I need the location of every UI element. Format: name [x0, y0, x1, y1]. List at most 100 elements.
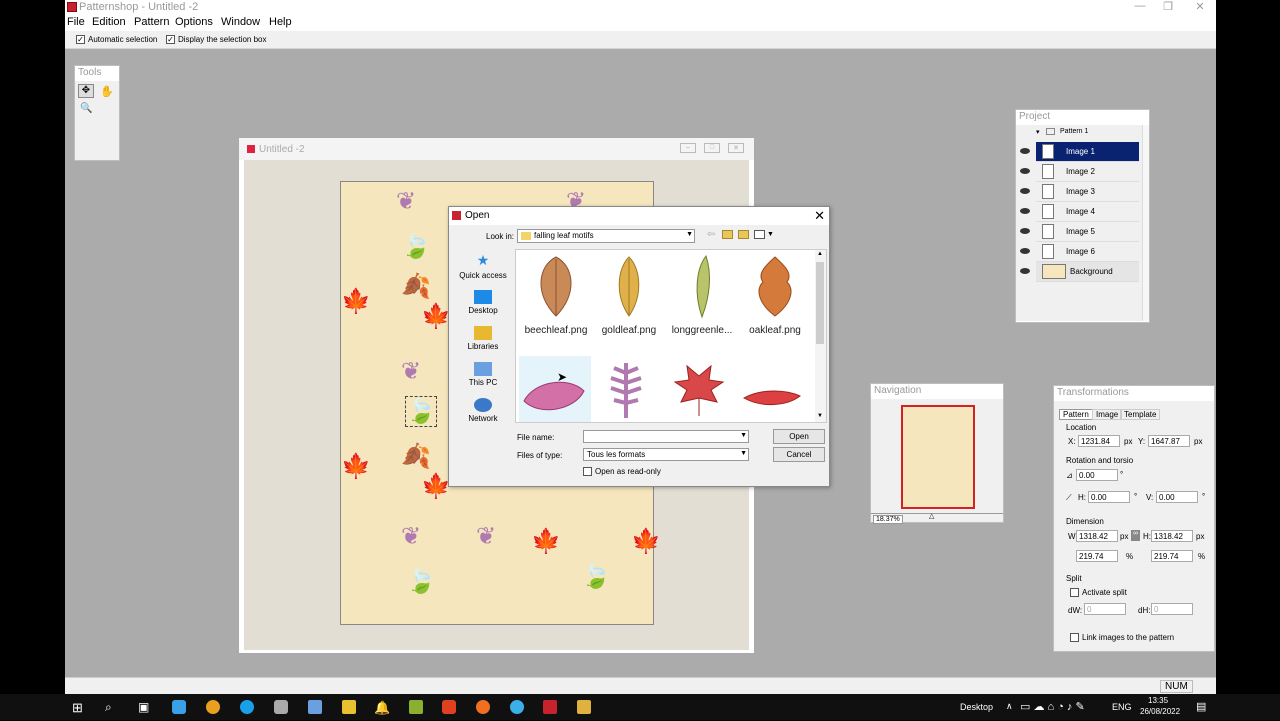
rotation-input[interactable]: 0.00	[1076, 469, 1118, 481]
tab-template[interactable]: Template	[1120, 409, 1161, 420]
close-icon[interactable]: ✕	[1185, 0, 1215, 13]
navigation-preview[interactable]	[901, 405, 975, 509]
scroll-up-icon[interactable]: ▲	[817, 251, 823, 257]
doc-close-icon[interactable]: ✕	[728, 143, 744, 153]
x-input[interactable]: 1231.84	[1078, 435, 1120, 447]
place-network[interactable]: Network	[455, 398, 511, 423]
task-view-icon[interactable]: ▣	[138, 700, 152, 714]
scroll-thumb[interactable]	[816, 262, 824, 344]
tray-chevron-icon[interactable]: ∧	[1006, 701, 1013, 715]
width-percent-input[interactable]: 219.74	[1076, 550, 1118, 562]
layer-image-2[interactable]: Image 2	[1036, 162, 1139, 182]
place-libraries[interactable]: Libraries	[455, 326, 511, 351]
patternshop-taskbar-icon[interactable]	[543, 700, 557, 714]
notification-icon[interactable]: ▤	[1196, 700, 1206, 714]
zoom-slider[interactable]: 18.37% △	[871, 512, 1003, 524]
visibility-eye-icon[interactable]	[1020, 248, 1030, 254]
dialog-close-icon[interactable]: ✕	[814, 208, 825, 224]
look-in-select[interactable]: falling leaf motifs ▼	[517, 229, 695, 243]
read-only-checkbox[interactable]	[583, 467, 592, 476]
bell-icon[interactable]: 🔔	[374, 700, 390, 715]
paint-app-icon[interactable]	[172, 700, 186, 714]
file-item[interactable]: beechleaf.png	[520, 254, 592, 336]
menu-file[interactable]: File	[67, 16, 85, 28]
file-name-input[interactable]: ▼	[583, 430, 749, 443]
firefox-icon[interactable]	[476, 700, 490, 714]
zoom-tool-icon[interactable]: 🔍	[80, 103, 92, 114]
menu-pattern[interactable]: Pattern	[134, 16, 169, 28]
layer-image-3[interactable]: Image 3	[1036, 182, 1139, 202]
doc-maximize-icon[interactable]: □	[704, 143, 720, 153]
tray-icons[interactable]: ▭ ☁ ⌂ ◔ ♪ ✎	[1020, 700, 1085, 714]
move-tool-icon[interactable]: ✥	[78, 84, 94, 98]
app-icon[interactable]	[510, 700, 524, 714]
menu-edition[interactable]: Edition	[92, 16, 126, 28]
expand-icon[interactable]: ▾	[1036, 128, 1040, 136]
layer-image-4[interactable]: Image 4	[1036, 202, 1139, 222]
file-item[interactable]: longgreenle...	[666, 254, 738, 336]
minimize-icon[interactable]: —	[1125, 0, 1155, 12]
scroll-down-icon[interactable]: ▼	[817, 413, 823, 419]
h-input[interactable]: 0.00	[1088, 491, 1130, 503]
app-icon[interactable]	[409, 700, 423, 714]
link-ratio-icon[interactable]: ∞	[1131, 530, 1140, 541]
visibility-eye-icon[interactable]	[1020, 148, 1030, 154]
view-dropdown-icon[interactable]: ▼	[767, 231, 774, 238]
height-input[interactable]: 1318.42	[1151, 530, 1193, 542]
brave-icon[interactable]	[442, 700, 456, 714]
cancel-button[interactable]: Cancel	[773, 447, 825, 462]
place-this-pc[interactable]: This PC	[455, 362, 511, 387]
menu-options[interactable]: Options	[175, 16, 213, 28]
file-explorer-icon[interactable]	[342, 700, 356, 714]
project-scrollbar[interactable]	[1142, 125, 1149, 321]
tab-pattern[interactable]: Pattern	[1059, 409, 1093, 420]
file-item[interactable]: oakleaf.png	[739, 254, 811, 336]
menu-help[interactable]: Help	[269, 16, 292, 28]
visibility-eye-icon[interactable]	[1020, 168, 1030, 174]
layer-background[interactable]: Background	[1036, 262, 1139, 282]
maximize-icon[interactable]: ❐	[1153, 0, 1183, 13]
zoom-handle-icon[interactable]: △	[929, 512, 934, 520]
file-item[interactable]: goldleaf.png	[593, 254, 665, 336]
files-of-type-select[interactable]: Tous les formats ▼	[583, 448, 749, 461]
visibility-eye-icon[interactable]	[1020, 268, 1030, 274]
skype-icon[interactable]	[240, 700, 254, 714]
open-button[interactable]: Open	[773, 429, 825, 444]
search-icon[interactable]: ⌕	[105, 700, 119, 714]
doc-minimize-icon[interactable]: –	[680, 143, 696, 153]
language-indicator[interactable]: ENG	[1112, 702, 1132, 716]
project-root[interactable]: ▾ Pattern 1	[1036, 127, 1139, 139]
layer-image-6[interactable]: Image 6	[1036, 242, 1139, 262]
tab-image[interactable]: Image	[1092, 409, 1123, 420]
hand-tool-icon[interactable]: ✋	[100, 85, 114, 98]
y-input[interactable]: 1647.87	[1148, 435, 1190, 447]
app-icon[interactable]	[577, 700, 591, 714]
up-folder-icon[interactable]	[722, 230, 733, 239]
link-images-checkbox[interactable]	[1070, 633, 1079, 642]
hovered-file-item[interactable]	[519, 356, 591, 422]
app-icon[interactable]	[308, 700, 322, 714]
view-menu-icon[interactable]	[754, 230, 765, 239]
clock-date[interactable]: 26/08/2022	[1140, 707, 1180, 721]
dw-input[interactable]: 0	[1084, 603, 1126, 615]
visibility-eye-icon[interactable]	[1020, 228, 1030, 234]
selected-leaf-icon[interactable]: 🍃	[405, 396, 437, 427]
height-percent-input[interactable]: 219.74	[1151, 550, 1193, 562]
width-input[interactable]: 1318.42	[1076, 530, 1118, 542]
desktop-toolbar-label[interactable]: Desktop	[960, 702, 993, 716]
layer-image-1[interactable]: Image 1	[1036, 142, 1139, 162]
auto-selection-checkbox[interactable]: ✓	[76, 35, 85, 44]
file-list-scrollbar[interactable]: ▲ ▼	[815, 250, 826, 422]
menu-window[interactable]: Window	[221, 16, 260, 28]
layer-image-5[interactable]: Image 5	[1036, 222, 1139, 242]
app-icon[interactable]	[274, 700, 288, 714]
chrome-icon[interactable]	[206, 700, 220, 714]
windows-start-icon[interactable]: ⊞	[72, 700, 86, 715]
new-folder-icon[interactable]	[738, 230, 749, 239]
v-input[interactable]: 0.00	[1156, 491, 1198, 503]
dh2-input[interactable]: 0	[1151, 603, 1193, 615]
display-box-checkbox[interactable]: ✓	[166, 35, 175, 44]
file-list[interactable]: beechleaf.png goldleaf.png longgreenle..…	[515, 249, 827, 423]
back-icon[interactable]: ⇦	[707, 229, 715, 240]
visibility-eye-icon[interactable]	[1020, 188, 1030, 194]
